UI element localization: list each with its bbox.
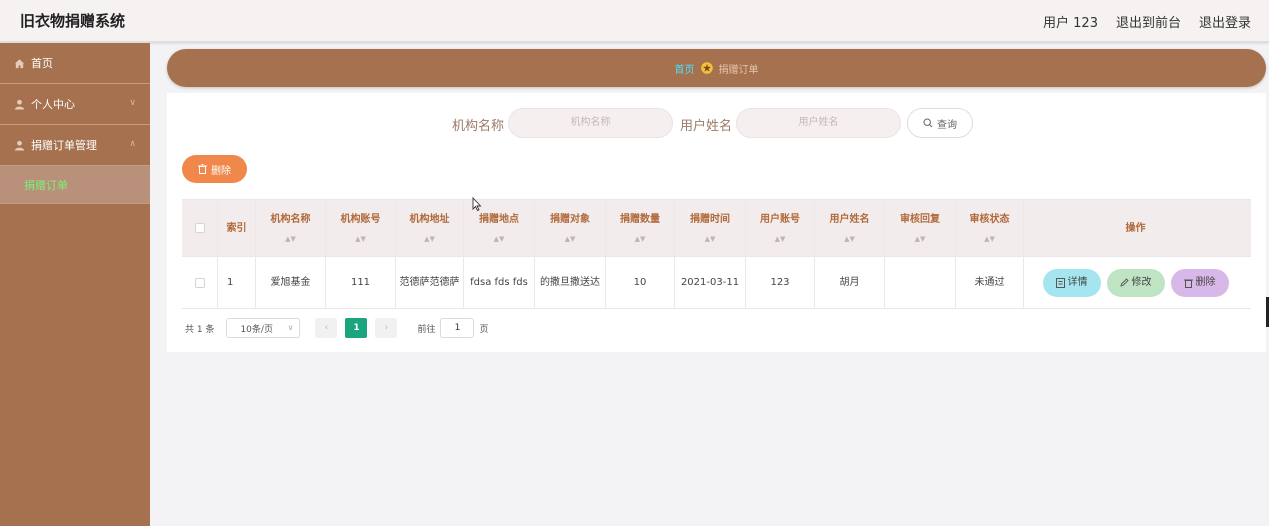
pencil-icon [1119,278,1129,287]
cell-index: 1 [218,257,256,308]
column-header[interactable]: 用户账号 ▲▼ [746,200,815,256]
cell-quantity: 10 [606,257,675,308]
cell-target: 的撒旦撒送达 [535,257,606,308]
cell-org-account: 111 [326,257,396,308]
batch-delete-label: 删除 [211,165,231,177]
sort-icon[interactable]: ▲▼ [285,234,296,245]
row-delete-button[interactable]: 删除 [1170,268,1229,297]
column-header: 操作 [1125,222,1146,234]
goto-label: 前往 [417,324,436,335]
pagination: 共 1 条 10条/页 ∨ ‹ 1 › 前往 1 页 [185,318,488,338]
column-header[interactable]: 机构账号 ▲▼ [326,200,396,256]
sidebar-item-label: 首页 [31,57,53,70]
cell-actions: 详情 修改 删除 [1024,257,1247,308]
column-header[interactable]: 机构名称 ▲▼ [256,200,326,256]
cell-org-address: 范德萨范德萨 [396,257,464,308]
user-icon [13,139,25,151]
prev-page-button[interactable]: ‹ [315,318,338,338]
cell-user-name: 胡月 [815,257,885,308]
table-row: 1 爱旭基金 111 范德萨范德萨 fdsa fds fds 的撒旦撒送达 10… [182,257,1251,309]
top-bar: 旧衣物捐赠系统 用户 123 退出到前台 退出登录 [0,0,1269,42]
breadcrumb-home[interactable]: 首页 [675,61,695,76]
cell-review-status: 未通过 [956,257,1024,308]
search-button-label: 查询 [937,119,957,131]
table-header: 索引 机构名称 ▲▼ 机构账号 ▲▼ 机构地址 ▲▼ 捐赠地点 ▲▼ 捐赠对象 ▲▼ 捐赠… [182,200,1251,257]
chevron-down-icon: ∨ [287,323,294,332]
select-all-cell [182,200,218,256]
next-page-button[interactable]: › [375,318,398,338]
search-icon [923,118,933,128]
sort-icon[interactable]: ▲▼ [565,234,576,245]
org-name-input[interactable]: 机构名称 [508,108,673,138]
sort-icon[interactable]: ▲▼ [844,234,855,245]
column-header[interactable]: 捐赠数量 ▲▼ [606,200,675,256]
detail-button[interactable]: 详情 [1042,268,1101,297]
search-button[interactable]: 查询 [907,108,973,138]
sort-icon[interactable]: ▲▼ [355,234,366,245]
search-form: 机构名称 机构名称 用户姓名 用户姓名 查询 [167,108,1266,138]
sort-icon[interactable]: ▲▼ [424,234,435,245]
chevron-up-icon: ∧ [129,139,136,149]
column-header: 索引 [218,200,256,256]
org-name-label: 机构名称 [452,119,505,134]
batch-delete-button[interactable]: 删除 [182,155,247,183]
sidebar-item-label: 个人中心 [31,98,75,111]
row-select-cell [182,257,218,308]
trash-icon [1183,279,1193,288]
edit-button[interactable]: 修改 [1106,268,1165,297]
total-count: 共 1 条 [185,324,215,335]
sidebar-item-label: 捐赠订单管理 [31,139,97,152]
mouse-cursor-icon [472,197,482,211]
star-icon [700,62,713,74]
column-header[interactable]: 捐赠时间 ▲▼ [675,200,746,256]
user-name-input[interactable]: 用户姓名 [736,108,901,138]
home-icon [13,57,25,69]
sort-icon[interactable]: ▲▼ [984,234,995,245]
breadcrumb-current: 捐赠订单 [718,64,759,76]
cell-time: 2021-03-11 [675,257,746,308]
orders-table: 索引 机构名称 ▲▼ 机构账号 ▲▼ 机构地址 ▲▼ 捐赠地点 ▲▼ 捐赠对象 ▲▼ 捐赠… [182,199,1251,309]
sort-icon[interactable]: ▲▼ [915,234,926,245]
sidebar: 首页 个人中心 ∨ 捐赠订单管理 ∧ 捐赠订单 [0,43,150,526]
user-icon [13,98,25,110]
sidebar-subitem-donation-orders[interactable]: 捐赠订单 [0,166,150,204]
column-header[interactable]: 审核回复 ▲▼ [885,200,956,256]
cell-user-account: 123 [746,257,815,308]
to-front-link[interactable]: 退出到前台 [1116,12,1181,31]
column-header[interactable]: 机构地址 ▲▼ [396,200,464,256]
top-links: 用户 123 退出到前台 退出登录 [1043,12,1251,31]
cell-org-name: 爱旭基金 [256,257,326,308]
chevron-down-icon: ∨ [129,98,136,108]
sidebar-item-personal[interactable]: 个人中心 ∨ [0,84,150,125]
goto-page-input[interactable]: 1 [440,318,475,338]
sort-icon[interactable]: ▲▼ [775,234,786,245]
app-title: 旧衣物捐赠系统 [20,12,126,30]
breadcrumb: 首页 捐赠订单 [167,49,1266,87]
page-unit-label: 页 [479,324,489,335]
column-header[interactable]: 用户姓名 ▲▼ [815,200,885,256]
page-number[interactable]: 1 [345,318,368,338]
document-icon [1055,277,1065,288]
main-panel: 机构名称 机构名称 用户姓名 用户姓名 查询 删除 索引 机构名称 ▲▼ 机构账号… [167,93,1266,352]
page-size-select[interactable]: 10条/页 ∨ [226,318,301,338]
cell-place: fdsa fds fds [464,257,535,308]
column-header[interactable]: 审核状态 ▲▼ [956,200,1024,256]
sort-icon[interactable]: ▲▼ [635,234,646,245]
user-name-label: 用户姓名 [680,119,733,134]
sidebar-item-home[interactable]: 首页 [0,43,150,84]
sidebar-item-orders[interactable]: 捐赠订单管理 ∧ [0,125,150,166]
sort-icon[interactable]: ▲▼ [705,234,716,245]
row-checkbox[interactable] [194,277,205,288]
trash-icon [198,164,207,174]
logout-link[interactable]: 退出登录 [1199,12,1251,31]
sort-icon[interactable]: ▲▼ [494,234,505,245]
column-header[interactable]: 捐赠对象 ▲▼ [535,200,606,256]
cell-review-reply [885,257,956,308]
current-user: 用户 123 [1043,16,1098,31]
select-all-checkbox[interactable] [194,223,205,233]
